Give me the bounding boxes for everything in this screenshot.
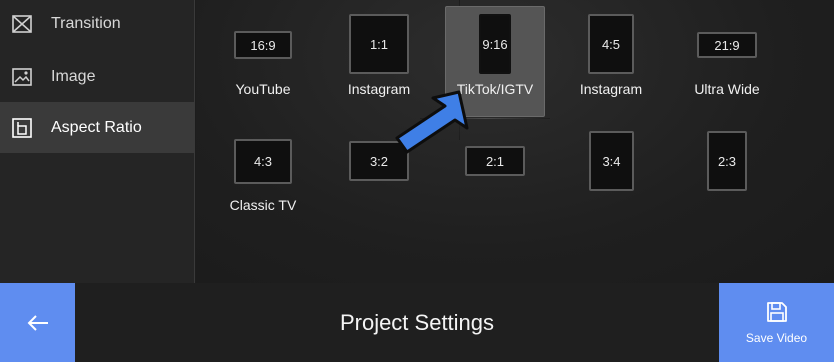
ratio-label: YouTube xyxy=(235,81,291,97)
ratio-label: Instagram xyxy=(579,81,643,97)
ratio-tile-3-4[interactable]: 3:4 xyxy=(589,131,634,191)
ratio-box: 4:3 xyxy=(234,139,292,184)
ratio-box: 9:16 xyxy=(479,14,511,74)
ratio-box: 16:9 xyxy=(234,31,292,59)
ratio-label: Classic TV xyxy=(229,197,297,213)
transition-icon xyxy=(10,12,34,36)
ratio-label: Ultra Wide xyxy=(694,81,760,97)
ratio-box: 2:3 xyxy=(707,131,747,191)
arrow-left-icon xyxy=(27,314,48,331)
ratio-box: 21:9 xyxy=(697,32,757,58)
sidebar-item-transition[interactable]: Transition xyxy=(0,0,194,49)
ratio-tile-4-3[interactable]: 4:3 Classic TV xyxy=(230,139,296,213)
sidebar-item-label: Aspect Ratio xyxy=(51,118,142,136)
ratio-tile-2-3[interactable]: 2:3 xyxy=(707,131,747,191)
ratio-box: 1:1 xyxy=(349,14,409,74)
ratio-tile-9-16[interactable]: 9:16 TikTok/IGTV xyxy=(457,14,533,97)
save-video-button[interactable]: Save Video xyxy=(719,283,834,362)
ratio-tile-2-1[interactable]: 2:1 xyxy=(465,146,525,176)
save-label: Save Video xyxy=(745,330,808,345)
pointer-arrow-icon xyxy=(395,90,469,154)
sidebar-item-image[interactable]: Image xyxy=(0,51,194,102)
ratio-box: 2:1 xyxy=(465,146,525,176)
ratio-tile-21-9[interactable]: 21:9 Ultra Wide xyxy=(694,32,760,97)
image-icon xyxy=(10,65,34,89)
ratio-box: 3:4 xyxy=(589,131,634,191)
ratio-box: 4:5 xyxy=(588,14,634,74)
back-button[interactable] xyxy=(0,283,75,362)
sidebar: Transition Image Aspect Ratio xyxy=(0,0,195,283)
ratio-tile-4-5[interactable]: 4:5 Instagram xyxy=(580,14,642,97)
page-title: Project Settings xyxy=(339,310,495,335)
save-icon xyxy=(766,301,787,322)
ratio-tile-1-1[interactable]: 1:1 Instagram xyxy=(348,14,410,97)
sidebar-item-aspect-ratio[interactable]: Aspect Ratio xyxy=(0,102,194,153)
sidebar-item-label: Transition xyxy=(51,14,121,32)
ratio-tile-16-9[interactable]: 16:9 YouTube xyxy=(233,31,293,97)
sidebar-item-label: Image xyxy=(51,67,96,85)
aspect-ratio-icon xyxy=(10,116,34,140)
